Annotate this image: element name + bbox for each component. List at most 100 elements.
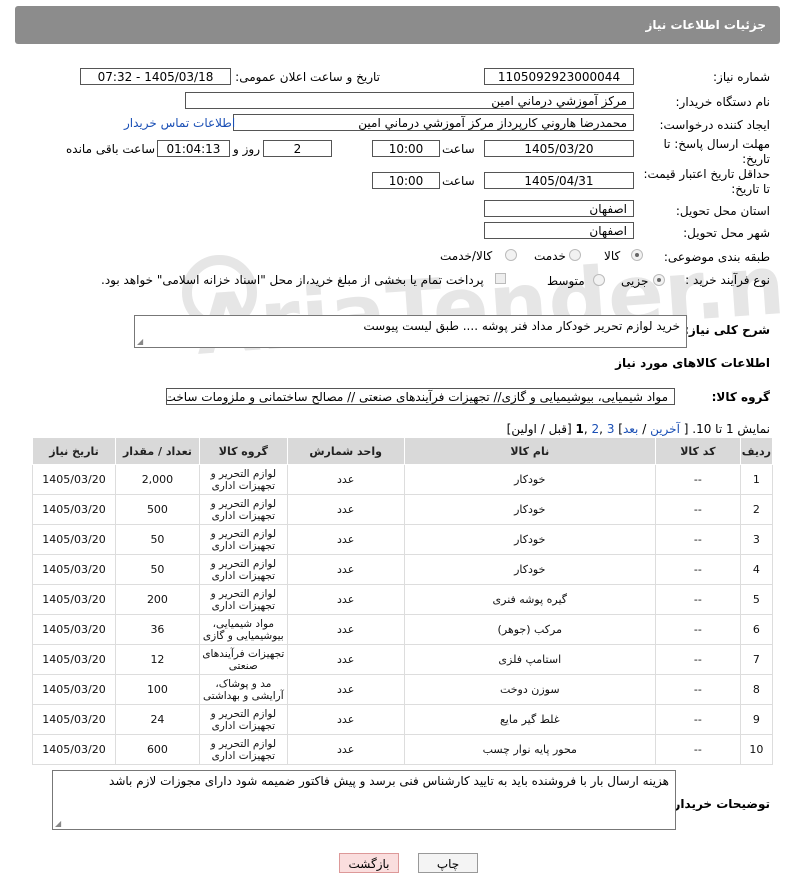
process-label: نوع فرآیند خرید : bbox=[685, 273, 770, 287]
cell-unit: عدد bbox=[286, 554, 405, 585]
cell-row-number: 5 bbox=[739, 584, 774, 615]
process-radio-partial[interactable] bbox=[653, 274, 665, 286]
remaining-time-field: 01:04:13 bbox=[157, 140, 230, 157]
city-label: شهر محل تحویل: bbox=[683, 226, 770, 240]
page-header: جزئیات اطلاعات نیاز bbox=[15, 6, 780, 44]
deadline-time-field: 10:00 bbox=[372, 140, 440, 157]
category-label: طبقه بندی موضوعی: bbox=[663, 250, 770, 264]
cell-code: -- bbox=[654, 644, 741, 675]
cell-group: لوازم التحریر و تجهیزات اداری bbox=[198, 554, 288, 585]
cell-code: -- bbox=[654, 704, 741, 735]
buyer-notes-label: توضیحات خریدار: bbox=[668, 797, 770, 811]
buyer-org-label: نام دستگاه خریدار: bbox=[675, 95, 771, 109]
cell-row-number: 7 bbox=[739, 644, 774, 675]
announce-label: تاریخ و ساعت اعلان عمومی: bbox=[235, 70, 380, 84]
page-title: جزئیات اطلاعات نیاز bbox=[645, 18, 766, 32]
pagination-page-3[interactable]: 3 bbox=[607, 422, 615, 436]
print-button[interactable]: چاپ bbox=[418, 853, 478, 873]
province-field: اصفهان bbox=[484, 200, 634, 217]
need-number-field: 1105092923000044 bbox=[484, 68, 634, 85]
pagination-next-link[interactable]: بعد bbox=[623, 422, 638, 436]
cell-unit: عدد bbox=[286, 494, 405, 525]
goods-group-field: مواد شیمیایی، بیوشیمیایی و گازی// تجهیزا… bbox=[166, 388, 675, 405]
cell-group: لوازم التحریر و تجهیزات اداری bbox=[198, 464, 288, 495]
validity-date-field: 1405/04/31 bbox=[484, 172, 634, 189]
cell-date: 1405/03/20 bbox=[31, 524, 117, 555]
province-label: استان محل تحویل: bbox=[675, 204, 770, 218]
cell-group: تجهیزات فرآیندهای صنعتی bbox=[198, 644, 288, 675]
cell-row-number: 10 bbox=[739, 734, 774, 765]
cell-row-number: 1 bbox=[739, 464, 774, 495]
table-row: 8 -- سوزن دوخت عدد مد و پوشاک، آرایشی و بهدا… bbox=[31, 674, 774, 705]
pagination-last-link[interactable]: آخرین bbox=[650, 422, 680, 436]
col-header-unit: واحد شمارش bbox=[286, 437, 405, 465]
back-button[interactable]: بازگشت bbox=[339, 853, 399, 873]
cell-quantity: 100 bbox=[115, 674, 200, 705]
cell-unit: عدد bbox=[286, 464, 405, 495]
category-radio-goods[interactable] bbox=[631, 249, 643, 261]
cell-code: -- bbox=[654, 674, 741, 705]
goods-info-title: اطلاعات کالاهای مورد نیاز bbox=[615, 356, 770, 370]
col-header-group: گروه کالا bbox=[198, 437, 288, 465]
cell-group: لوازم التحریر و تجهیزات اداری bbox=[198, 704, 288, 735]
cell-unit: عدد bbox=[286, 614, 405, 645]
process-radio-medium[interactable] bbox=[593, 274, 605, 286]
category-radio-service[interactable] bbox=[569, 249, 581, 261]
treasury-payment-checkbox[interactable] bbox=[495, 273, 506, 284]
cell-name: خودکار bbox=[403, 464, 656, 495]
announce-field: 1405/03/18 - 07:32 bbox=[80, 68, 231, 85]
cell-name: محور پایه نوار چسب bbox=[403, 734, 656, 765]
pagination-showing: نمایش 1 تا 10. bbox=[692, 422, 770, 436]
deadline-label-line1: مهلت ارسال پاسخ: تا bbox=[663, 137, 770, 151]
validity-time-field: 10:00 bbox=[372, 172, 440, 189]
process-option-medium: متوسط bbox=[547, 274, 585, 288]
cell-quantity: 50 bbox=[115, 524, 200, 555]
cell-row-number: 9 bbox=[739, 704, 774, 735]
cell-date: 1405/03/20 bbox=[31, 464, 117, 495]
remaining-label: ساعت باقی مانده bbox=[66, 142, 156, 156]
city-field: اصفهان bbox=[484, 222, 634, 239]
deadline-date-field: 1405/03/20 bbox=[484, 140, 634, 157]
cell-group: لوازم التحریر و تجهیزات اداری bbox=[198, 734, 288, 765]
col-header-code: کد کالا bbox=[654, 437, 741, 465]
table-row: 1 -- خودکار عدد لوازم التحریر و تجهیزات ادار… bbox=[31, 464, 774, 495]
buyer-notes-text: هزینه ارسال بار با فروشنده باید به تایید… bbox=[109, 774, 669, 788]
days-label: روز و bbox=[233, 142, 260, 156]
col-header-name: نام کالا bbox=[403, 437, 656, 465]
treasury-payment-note: پرداخت تمام یا بخشی از مبلغ خرید،از محل … bbox=[101, 273, 484, 287]
cell-unit: عدد bbox=[286, 584, 405, 615]
cell-date: 1405/03/20 bbox=[31, 554, 117, 585]
cell-code: -- bbox=[654, 524, 741, 555]
pagination-page-2[interactable]: 2 bbox=[592, 422, 600, 436]
cell-name: خودکار bbox=[403, 524, 656, 555]
cell-date: 1405/03/20 bbox=[31, 704, 117, 735]
cell-group: لوازم التحریر و تجهیزات اداری bbox=[198, 494, 288, 525]
col-header-row-number: ردیف bbox=[739, 437, 774, 465]
table-row: 4 -- خودکار عدد لوازم التحریر و تجهیزات ادار… bbox=[31, 554, 774, 585]
cell-name: غلط گیر مایع bbox=[403, 704, 656, 735]
days-field: 2 bbox=[263, 140, 332, 157]
cell-name: استامپ فلزی bbox=[403, 644, 656, 675]
cell-row-number: 6 bbox=[739, 614, 774, 645]
process-option-partial: جزیی bbox=[621, 274, 649, 288]
cell-unit: عدد bbox=[286, 674, 405, 705]
cell-row-number: 4 bbox=[739, 554, 774, 585]
overview-box: خرید لوازم تحریر خودکار مداد فنر پوشه ..… bbox=[134, 315, 687, 348]
cell-code: -- bbox=[654, 584, 741, 615]
buyer-contact-link[interactable]: اطلاعات تماس خریدار bbox=[124, 116, 235, 130]
goods-table: ردیف کد کالا نام کالا واحد شمارش گروه کا… bbox=[31, 437, 774, 765]
creator-label: ایجاد کننده درخواست: bbox=[659, 118, 770, 132]
pagination-page-1: 1 bbox=[575, 422, 584, 436]
need-number-label: شماره نیاز: bbox=[713, 70, 770, 84]
cell-group: مد و پوشاک، آرایشی و بهداشتی bbox=[198, 674, 288, 705]
cell-row-number: 8 bbox=[739, 674, 774, 705]
overview-text: خرید لوازم تحریر خودکار مداد فنر پوشه ..… bbox=[363, 319, 680, 333]
cell-date: 1405/03/20 bbox=[31, 644, 117, 675]
category-radio-goods-service[interactable] bbox=[505, 249, 517, 261]
cell-quantity: 500 bbox=[115, 494, 200, 525]
cell-name: مرکب (جوهر) bbox=[403, 614, 656, 645]
cell-date: 1405/03/20 bbox=[31, 674, 117, 705]
table-row: 7 -- استامپ فلزی عدد تجهیزات فرآیندهای صنعتی… bbox=[31, 644, 774, 675]
table-header-row: ردیف کد کالا نام کالا واحد شمارش گروه کا… bbox=[31, 437, 774, 465]
validity-label-line2: تا تاریخ: bbox=[731, 182, 770, 196]
